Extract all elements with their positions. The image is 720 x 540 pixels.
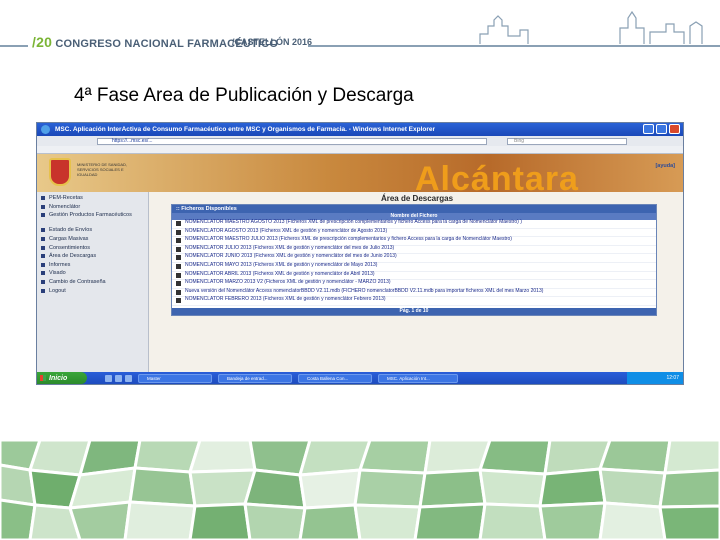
application-screenshot: MSC. Aplicación InterActiva de Consumo F… xyxy=(36,122,684,385)
window-controls xyxy=(643,124,680,134)
browser-favorites-bar xyxy=(37,146,683,154)
start-label: Inicio xyxy=(49,374,68,382)
bullet-icon xyxy=(41,228,45,233)
sidebar-item-label: Área de Descargas xyxy=(49,253,97,260)
file-icon xyxy=(176,238,181,244)
file-link[interactable]: NOMENCLATOR MAESTRO JULIO 2013 (Ficheros… xyxy=(185,237,656,243)
alcantara-brand: Alcántara xyxy=(415,160,579,192)
sidebar-item-logout[interactable]: Logout xyxy=(37,286,148,295)
browser-search-input[interactable]: Bing xyxy=(507,138,627,145)
congress-number: /20 xyxy=(32,34,53,50)
system-tray: 12:07 xyxy=(627,372,683,384)
file-icon xyxy=(176,298,181,304)
internet-explorer-icon xyxy=(41,125,50,134)
sidebar-item-label: Logout xyxy=(49,287,66,294)
file-icon xyxy=(176,221,181,226)
app-sidebar: PEM-Recetas Nomenclátor Gestión Producto… xyxy=(37,192,149,372)
congress-city: /CASTELLÓN 2016 xyxy=(232,37,313,47)
sidebar-item-label: Consentimientos xyxy=(49,244,90,251)
windows-taskbar: Inicio Master Bandeja de entrad... Costa… xyxy=(37,372,683,384)
quick-launch-icon[interactable] xyxy=(125,374,132,382)
bullet-icon xyxy=(41,254,45,259)
maximize-button[interactable] xyxy=(656,124,667,134)
windows-logo-icon xyxy=(40,375,46,381)
quick-launch-icon[interactable] xyxy=(115,374,122,382)
browser-address-bar: https://...msc.es/... Bing xyxy=(37,136,683,146)
mosaic-decoration xyxy=(0,440,720,540)
file-icon xyxy=(176,229,181,235)
bullet-icon xyxy=(41,245,45,250)
help-link[interactable]: [ayuda] xyxy=(655,163,675,169)
sidebar-item-estado-envios[interactable]: Estado de Envíos xyxy=(37,226,148,235)
file-link[interactable]: NOMENCLATOR MAESTRO AGOSTO 2013 (Fichero… xyxy=(185,219,656,226)
file-link[interactable]: NOMENCLATOR FEBRERO 2013 (Ficheros XML d… xyxy=(185,297,656,303)
file-icon xyxy=(176,281,181,287)
taskbar-task[interactable]: Bandeja de entrad... xyxy=(218,373,292,383)
app-content: Área de Descargas :: Ficheros Disponible… xyxy=(149,192,683,372)
sidebar-item-label: Visado xyxy=(49,270,66,277)
file-icon xyxy=(176,263,181,269)
sidebar-item-label: Gestión Productos Farmacéuticos xyxy=(49,212,132,219)
start-button[interactable]: Inicio xyxy=(37,372,87,384)
sidebar-item-consentimientos[interactable]: Consentimientos xyxy=(37,243,148,252)
close-button[interactable] xyxy=(669,124,680,134)
castellon-skyline-icon xyxy=(479,10,703,44)
quick-launch xyxy=(105,374,132,382)
file-icon xyxy=(176,289,181,295)
quick-launch-icon[interactable] xyxy=(105,374,112,382)
bullet-icon xyxy=(41,237,45,242)
sidebar-item-cambio-contrasena[interactable]: Cambio de Contraseña xyxy=(37,278,148,287)
sidebar-item-label: Cambio de Contraseña xyxy=(49,279,106,286)
file-link[interactable]: NOMENCLATOR MAYO 2013 (Ficheros XML de g… xyxy=(185,262,656,269)
bullet-icon xyxy=(41,213,45,218)
file-link[interactable]: NOMENCLATOR AGOSTO 2013 (Ficheros XML de… xyxy=(185,228,656,235)
ministry-name: MINISTERIO DE SANIDAD, SERVICIOS SOCIALE… xyxy=(77,162,128,177)
sidebar-item-informes[interactable]: Informes xyxy=(37,261,148,270)
bullet-icon xyxy=(41,280,45,285)
files-panel: :: Ficheros Disponibles Nombre del Fiche… xyxy=(171,204,657,316)
file-icon xyxy=(176,272,181,278)
sidebar-item-gestion-productos[interactable]: Gestión Productos Farmacéuticos xyxy=(37,211,148,226)
taskbar-task[interactable]: Costa Ballena Con... xyxy=(298,373,372,383)
sidebar-item-label: Estado de Envíos xyxy=(49,227,93,234)
header-rule-left xyxy=(0,45,28,47)
clock: 12:07 xyxy=(666,375,679,381)
sidebar-item-label: Nomenclátor xyxy=(49,203,81,210)
coat-of-arms-icon xyxy=(49,158,71,186)
sidebar-item-label: PEM-Recetas xyxy=(49,195,83,202)
slide-title: 4ª Fase Area de Publicación y Descarga xyxy=(74,85,414,106)
file-icon xyxy=(176,246,181,252)
sidebar-item-label: Cargas Masivas xyxy=(49,236,89,243)
sidebar-item-cargas-masivas[interactable]: Cargas Masivas xyxy=(37,235,148,244)
files-panel-title: :: Ficheros Disponibles xyxy=(172,205,656,213)
bullet-icon xyxy=(41,204,45,209)
file-link[interactable]: NOMENCLATOR JULIO 2013 (Ficheros XML de … xyxy=(185,245,656,252)
taskbar-task[interactable]: MSC. Aplicación Int... xyxy=(378,373,458,383)
slide-header: /20 CONGRESO NACIONAL FARMACÉUTICO /CAST… xyxy=(0,0,720,60)
app-banner: MINISTERIO DE SANIDAD, SERVICIOS SOCIALE… xyxy=(37,154,683,192)
pagination[interactable]: Pág. 1 de 10 xyxy=(172,308,656,315)
browser-title-bar: MSC. Aplicación InterActiva de Consumo F… xyxy=(37,123,683,136)
file-row[interactable]: NOMENCLATOR FEBRERO 2013 (Ficheros XML d… xyxy=(172,297,656,306)
page-title: Área de Descargas xyxy=(380,194,454,203)
sidebar-item-nomenclator[interactable]: Nomenclátor xyxy=(37,203,148,212)
browser-window-title: MSC. Aplicación InterActiva de Consumo F… xyxy=(55,126,436,133)
bullet-icon xyxy=(41,271,45,276)
file-link[interactable]: NOMENCLATOR JUNIO 2013 (Ficheros XML de … xyxy=(185,254,656,260)
minimize-button[interactable] xyxy=(643,124,654,134)
bullet-icon xyxy=(41,196,45,201)
taskbar-task[interactable]: Master xyxy=(138,373,212,383)
sidebar-item-label: Informes xyxy=(49,261,71,268)
file-link[interactable]: Nueva versión del Nomenclátor Access nom… xyxy=(185,288,656,295)
sidebar-item-area-descargas[interactable]: Área de Descargas xyxy=(37,252,148,261)
sidebar-item-visado[interactable]: Visado xyxy=(37,269,148,278)
sidebar-item-pem-recetas[interactable]: PEM-Recetas xyxy=(37,194,148,203)
file-link[interactable]: NOMENCLATOR MARZO 2013 V2 (Ficheros XML … xyxy=(185,280,656,286)
file-icon xyxy=(176,255,181,261)
bullet-icon xyxy=(41,288,45,293)
file-link[interactable]: NOMENCLATOR ABRIL 2013 (Ficheros XML de … xyxy=(185,271,656,278)
address-input[interactable]: https://...msc.es/... xyxy=(97,138,487,145)
bullet-icon xyxy=(41,262,45,267)
